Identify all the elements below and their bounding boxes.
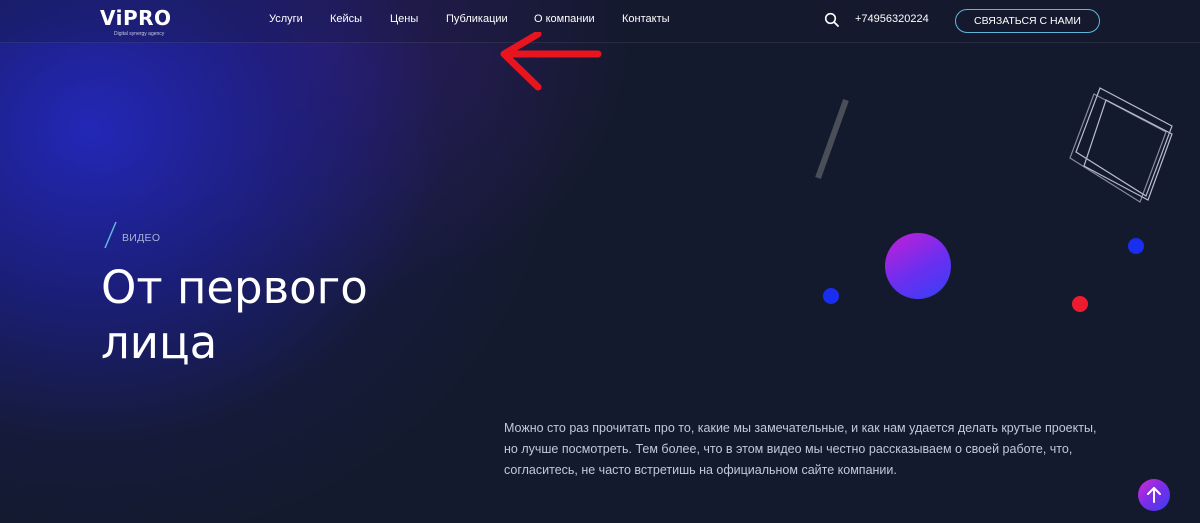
decorative-blue-dot xyxy=(823,288,839,304)
contact-us-button[interactable]: СВЯЗАТЬСЯ С НАМИ xyxy=(955,9,1100,33)
slash-icon xyxy=(102,220,118,250)
arrow-up-icon xyxy=(1147,487,1161,503)
nav-item-publications[interactable]: Публикации xyxy=(446,13,508,25)
logo[interactable]: ViPRO Digital synergy agency xyxy=(100,6,171,40)
nav-item-contacts[interactable]: Контакты xyxy=(622,13,670,25)
decorative-red-dot xyxy=(1072,296,1088,312)
search-icon[interactable] xyxy=(824,12,840,28)
nav-item-about[interactable]: О компании xyxy=(534,13,595,25)
title-line-1: От первого xyxy=(101,261,368,314)
nav-item-prices[interactable]: Цены xyxy=(390,13,418,25)
category-label: ВИДЕО xyxy=(122,232,161,244)
scroll-to-top-button[interactable] xyxy=(1138,479,1170,511)
decorative-squares xyxy=(1068,82,1180,210)
phone-link[interactable]: +74956320224 xyxy=(855,13,929,25)
decorative-blue-dot xyxy=(1128,238,1144,254)
red-left-arrow-icon xyxy=(498,30,602,94)
logo-tagline: Digital synergy agency xyxy=(114,31,165,37)
page-title: От первого лица xyxy=(101,260,521,370)
hero-description: Можно сто раз прочитать про то, какие мы… xyxy=(504,421,1097,477)
logo-text: ViPRO xyxy=(100,6,172,30)
decorative-line xyxy=(808,94,854,184)
nav-item-services[interactable]: Услуги xyxy=(269,13,303,25)
title-line-2: лица xyxy=(101,316,218,369)
nav-item-cases[interactable]: Кейсы xyxy=(330,13,362,25)
decorative-gradient-ball xyxy=(885,233,951,299)
